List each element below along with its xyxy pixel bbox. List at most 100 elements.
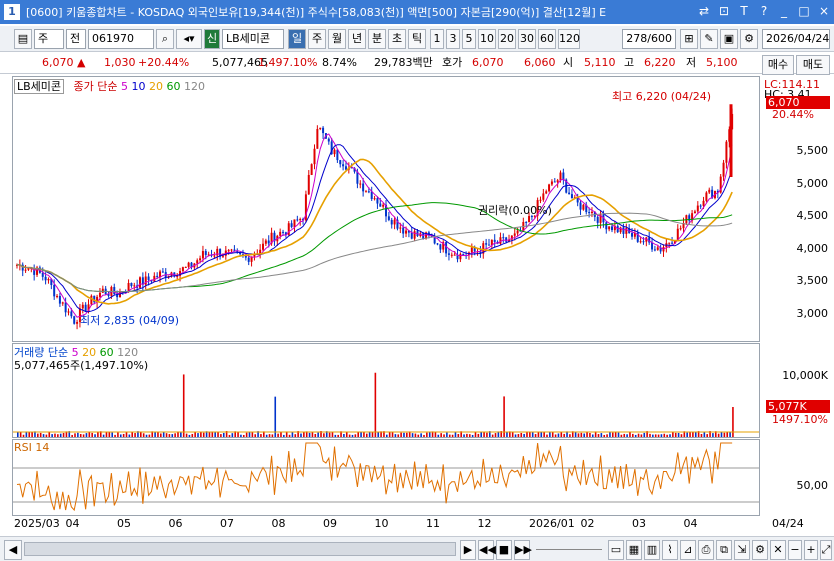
sell-button[interactable]: 매도 bbox=[796, 55, 830, 75]
candle-body bbox=[98, 292, 101, 297]
line-icon[interactable]: ⌇ bbox=[662, 540, 678, 560]
save-icon[interactable]: ▣ bbox=[720, 29, 738, 49]
tool-icon[interactable]: ✎ bbox=[700, 29, 718, 49]
candle-body bbox=[485, 243, 488, 245]
panel-icon[interactable]: ▭ bbox=[608, 540, 624, 560]
candle-body bbox=[725, 141, 728, 163]
prev-select[interactable]: 전 bbox=[66, 29, 86, 49]
zoom-out-icon[interactable]: − bbox=[788, 540, 802, 560]
volume-bar bbox=[600, 433, 603, 437]
bar-icon[interactable]: ▥ bbox=[644, 540, 660, 560]
buy-button[interactable]: 매수 bbox=[762, 55, 794, 75]
window-control-0[interactable]: ⇄ bbox=[696, 3, 712, 19]
volume-bar bbox=[131, 432, 134, 437]
candle-body bbox=[319, 127, 322, 130]
next-icon[interactable]: ▶ bbox=[460, 540, 476, 560]
candle-body bbox=[376, 198, 379, 204]
export-icon[interactable]: ⇲ bbox=[734, 540, 750, 560]
window-control-2[interactable]: T bbox=[736, 3, 752, 19]
y-tick-4,000: 4,000 bbox=[796, 241, 829, 255]
candle-body bbox=[184, 266, 187, 268]
volume-bar bbox=[486, 432, 488, 437]
interval-button-20[interactable]: 20 bbox=[498, 29, 516, 49]
low-note: 최저 2,835 (04/09) bbox=[80, 314, 180, 327]
window-control-3[interactable]: ? bbox=[756, 3, 772, 19]
expand-icon[interactable]: ⤢ bbox=[820, 540, 832, 560]
delete-icon[interactable]: ✕ bbox=[770, 540, 786, 560]
candle-body bbox=[405, 230, 408, 234]
x-tick-7: 10 bbox=[374, 517, 389, 530]
candle-body bbox=[344, 166, 347, 170]
scroll-left-icon[interactable]: ◀ bbox=[4, 540, 22, 560]
copy-icon[interactable]: ⧉ bbox=[716, 540, 732, 560]
candle-body bbox=[513, 233, 516, 236]
code-input[interactable]: 061970 bbox=[88, 29, 154, 49]
high-note: 최고 6,220 (04/24) bbox=[612, 90, 712, 103]
volume-bar bbox=[377, 432, 380, 437]
settings-icon[interactable]: ⚙ bbox=[752, 540, 768, 560]
volume-bar bbox=[160, 433, 162, 437]
volume-bar bbox=[19, 432, 22, 437]
window-control-1[interactable]: ⊡ bbox=[716, 3, 732, 19]
zoom-in-icon[interactable]: + bbox=[804, 540, 818, 560]
period-tab-4[interactable]: 분 bbox=[368, 29, 386, 49]
price-panel[interactable] bbox=[12, 76, 760, 342]
speaker-icon[interactable]: ◂▾ bbox=[176, 29, 202, 49]
interval-button-60[interactable]: 60 bbox=[538, 29, 556, 49]
candle-body bbox=[699, 205, 702, 207]
zoom-icon[interactable]: ⊞ bbox=[680, 29, 698, 49]
candle-body bbox=[316, 129, 319, 149]
interval-button-10[interactable]: 10 bbox=[478, 29, 496, 49]
period-tab-0[interactable]: 일 bbox=[288, 29, 306, 49]
search-icon[interactable]: ⌕ bbox=[156, 29, 174, 49]
volume-bar bbox=[334, 434, 337, 437]
period-tab-1[interactable]: 주 bbox=[308, 29, 326, 49]
period-tab-6[interactable]: 틱 bbox=[408, 29, 426, 49]
candle-body bbox=[499, 237, 502, 244]
period-tab-2[interactable]: 월 bbox=[328, 29, 346, 49]
gear-icon[interactable]: ⚙ bbox=[740, 29, 758, 49]
count-field[interactable]: 278/600 bbox=[622, 29, 676, 49]
scrollbar[interactable] bbox=[24, 542, 456, 556]
volume-bar bbox=[400, 432, 402, 437]
turnover: 8.74% bbox=[322, 56, 357, 69]
quote-bar: 6,070 ▲ 1,030 +20.44% 5,077,465 1,497.10… bbox=[0, 52, 834, 74]
volume-bar bbox=[54, 433, 56, 437]
rewind-icon[interactable]: ◀◀ bbox=[478, 540, 496, 560]
volume-bar bbox=[454, 431, 457, 437]
rsi-panel[interactable] bbox=[12, 439, 760, 516]
interval-button-120[interactable]: 120 bbox=[558, 29, 580, 49]
candle-body bbox=[359, 183, 362, 185]
volume-bar bbox=[443, 434, 445, 437]
grid-icon[interactable]: ▦ bbox=[626, 540, 642, 560]
candle-body bbox=[631, 233, 634, 237]
main-toolbar: ▤ 주 전 061970 ⌕ ◂▾ 신 LB세미콘 일주월년분초틱 1 3 5 10 2… bbox=[0, 26, 834, 52]
type-select[interactable]: 주 bbox=[34, 29, 64, 49]
date-field[interactable]: 2026/04/24 bbox=[762, 29, 830, 49]
volume-bar bbox=[74, 433, 76, 437]
period-tab-5[interactable]: 초 bbox=[388, 29, 406, 49]
ma-line-10 bbox=[16, 144, 733, 313]
print-icon[interactable]: ⎙ bbox=[698, 540, 714, 560]
candle-body bbox=[605, 222, 608, 230]
forward-icon[interactable]: ▶▶ bbox=[514, 540, 532, 560]
interval-button-1[interactable]: 1 bbox=[430, 29, 444, 49]
layout-icon[interactable]: ▤ bbox=[14, 29, 32, 49]
window-control-5[interactable]: □ bbox=[796, 3, 812, 19]
window-control-4[interactable]: _ bbox=[776, 3, 792, 19]
zoom-slider[interactable] bbox=[536, 549, 602, 550]
volume-bar bbox=[560, 431, 563, 437]
volume-bar bbox=[277, 433, 279, 437]
volume-bar bbox=[634, 434, 637, 437]
stop-icon[interactable]: ■ bbox=[496, 540, 512, 560]
candle-body bbox=[502, 237, 505, 239]
window-control-6[interactable]: × bbox=[816, 3, 832, 19]
chart-type-icon[interactable]: ⊿ bbox=[680, 540, 696, 560]
volume-bar bbox=[351, 434, 354, 437]
interval-button-5[interactable]: 5 bbox=[462, 29, 476, 49]
volume-bar bbox=[242, 434, 245, 437]
interval-button-3[interactable]: 3 bbox=[446, 29, 460, 49]
period-tab-3[interactable]: 년 bbox=[348, 29, 366, 49]
interval-button-30[interactable]: 30 bbox=[518, 29, 536, 49]
volume-bar bbox=[148, 434, 151, 437]
